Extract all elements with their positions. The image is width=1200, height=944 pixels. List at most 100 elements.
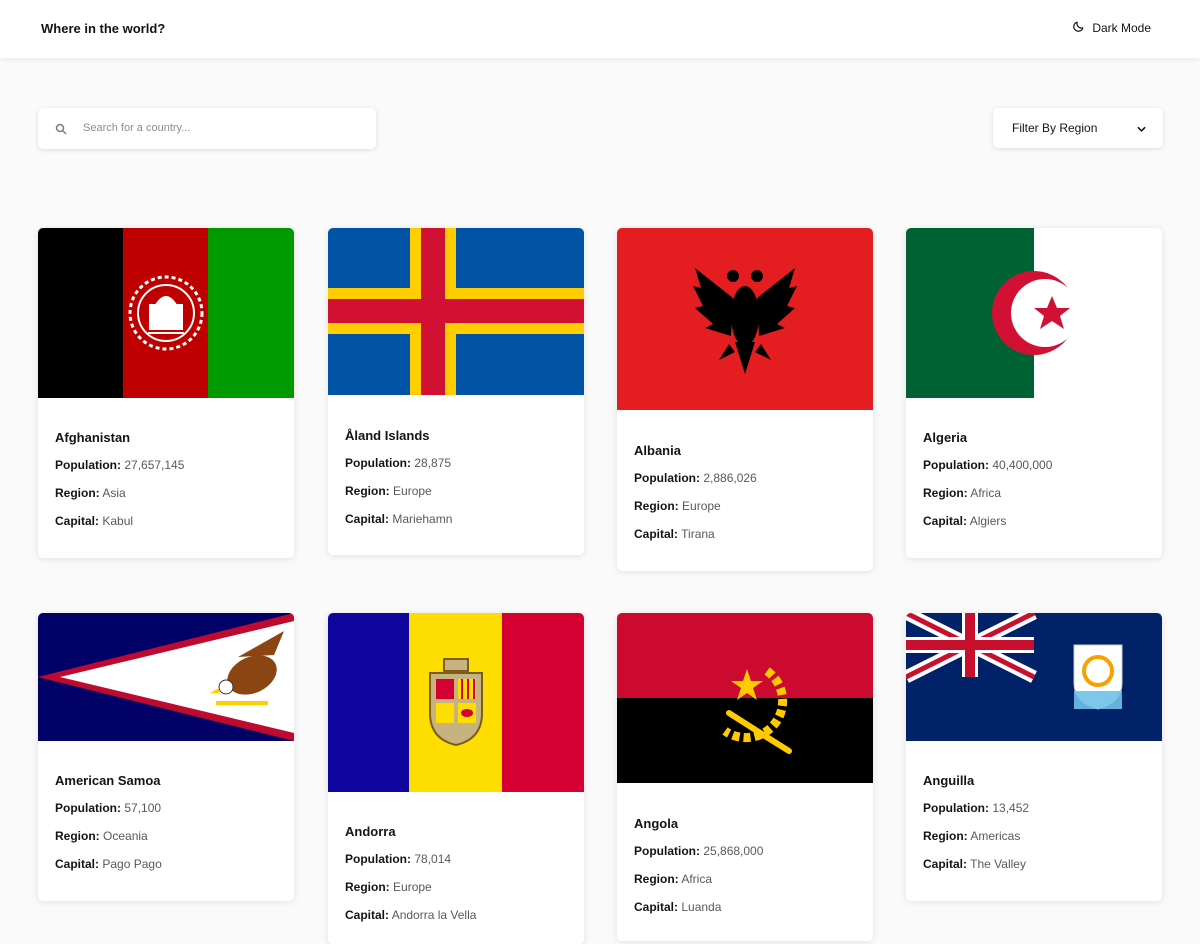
country-card[interactable]: Åland Islands Population: 28,875 Region:… xyxy=(328,228,584,555)
capital-row: Capital: The Valley xyxy=(923,857,1029,872)
chevron-down-icon xyxy=(1136,122,1147,133)
population-row: Population: 27,657,145 xyxy=(55,458,184,473)
country-card[interactable]: Albania Population: 2,886,026 Region: Eu… xyxy=(617,228,873,571)
region-key: Region: xyxy=(345,484,390,498)
capital-row: Capital: Pago Pago xyxy=(55,857,162,872)
region-filter-dropdown[interactable]: Filter By Region xyxy=(993,108,1163,148)
moon-icon xyxy=(1072,20,1085,36)
country-name: Åland Islands xyxy=(345,428,430,443)
country-card[interactable]: Andorra Population: 78,014 Region: Europ… xyxy=(328,613,584,944)
population-key: Population: xyxy=(923,801,989,815)
capital-value: Pago Pago xyxy=(102,857,162,871)
capital-value: Algiers xyxy=(969,514,1007,528)
algeria-flag xyxy=(906,228,1162,398)
capital-key: Capital: xyxy=(634,527,679,541)
capital-value: Mariehamn xyxy=(392,512,453,526)
population-row: Population: 28,875 xyxy=(345,456,452,471)
capital-key: Capital: xyxy=(345,908,390,922)
angola-flag xyxy=(617,613,873,783)
capital-value: Luanda xyxy=(681,900,722,914)
population-value: 2,886,026 xyxy=(703,471,757,485)
capital-row: Capital: Mariehamn xyxy=(345,512,452,527)
american-samoa-flag xyxy=(38,613,294,741)
capital-key: Capital: xyxy=(345,512,390,526)
region-key: Region: xyxy=(923,829,968,843)
region-key: Region: xyxy=(634,499,679,513)
search-icon xyxy=(55,122,67,135)
albania-flag xyxy=(617,228,873,410)
population-row: Population: 78,014 xyxy=(345,852,476,867)
capital-row: Capital: Andorra la Vella xyxy=(345,908,476,923)
aland-islands-flag xyxy=(328,228,584,395)
population-row: Population: 2,886,026 xyxy=(634,471,757,486)
population-value: 40,400,000 xyxy=(992,458,1053,472)
region-value: Americas xyxy=(970,829,1021,843)
region-key: Region: xyxy=(55,486,100,500)
anguilla-flag xyxy=(906,613,1162,741)
region-row: Region: Oceania xyxy=(55,829,162,844)
capital-value: Kabul xyxy=(102,514,134,528)
population-row: Population: 57,100 xyxy=(55,801,162,816)
region-value: Asia xyxy=(102,486,126,500)
population-value: 25,868,000 xyxy=(703,844,764,858)
country-name: Angola xyxy=(634,816,679,831)
country-card[interactable]: American Samoa Population: 57,100 Region… xyxy=(38,613,294,901)
afghanistan-flag xyxy=(38,228,294,398)
capital-key: Capital: xyxy=(634,900,679,914)
region-key: Region: xyxy=(634,872,679,886)
country-name: Algeria xyxy=(923,430,968,445)
population-value: 13,452 xyxy=(992,801,1030,815)
region-value: Oceania xyxy=(103,829,148,843)
region-row: Region: Americas xyxy=(923,829,1029,844)
capital-key: Capital: xyxy=(55,514,100,528)
region-row: Region: Europe xyxy=(345,484,452,499)
population-key: Population: xyxy=(634,844,700,858)
region-row: Region: Asia xyxy=(55,486,184,501)
region-row: Region: Africa xyxy=(634,872,763,887)
population-key: Population: xyxy=(55,801,121,815)
population-value: 27,657,145 xyxy=(124,458,185,472)
population-key: Population: xyxy=(923,458,989,472)
capital-row: Capital: Kabul xyxy=(55,514,184,529)
region-value: Europe xyxy=(682,499,721,513)
region-row: Region: Africa xyxy=(923,486,1052,501)
region-key: Region: xyxy=(923,486,968,500)
capital-key: Capital: xyxy=(923,514,968,528)
country-card[interactable]: Angola Population: 25,868,000 Region: Af… xyxy=(617,613,873,941)
dark-mode-toggle[interactable]: Dark Mode xyxy=(1072,20,1151,36)
region-key: Region: xyxy=(345,880,390,894)
country-card[interactable]: Algeria Population: 40,400,000 Region: A… xyxy=(906,228,1162,558)
capital-value: Tirana xyxy=(681,527,715,541)
region-value: Africa xyxy=(970,486,1002,500)
capital-key: Capital: xyxy=(55,857,100,871)
region-row: Region: Europe xyxy=(634,499,757,514)
region-value: Europe xyxy=(393,880,432,894)
search-input[interactable] xyxy=(83,118,363,138)
site-title: Where in the world? xyxy=(41,21,166,36)
population-key: Population: xyxy=(345,852,411,866)
country-name: American Samoa xyxy=(55,773,161,788)
country-card[interactable]: Anguilla Population: 13,452 Region: Amer… xyxy=(906,613,1162,901)
population-row: Population: 25,868,000 xyxy=(634,844,763,859)
capital-key: Capital: xyxy=(923,857,968,871)
population-value: 78,014 xyxy=(414,852,452,866)
region-row: Region: Europe xyxy=(345,880,476,895)
capital-row: Capital: Algiers xyxy=(923,514,1052,529)
population-value: 57,100 xyxy=(124,801,162,815)
population-key: Population: xyxy=(634,471,700,485)
capital-value: The Valley xyxy=(970,857,1026,871)
population-key: Population: xyxy=(55,458,121,472)
search-box xyxy=(38,108,376,149)
capital-row: Capital: Luanda xyxy=(634,900,763,915)
region-value: Africa xyxy=(681,872,713,886)
country-name: Anguilla xyxy=(923,773,975,788)
top-bar: Where in the world? Dark Mode xyxy=(0,0,1200,58)
andorra-flag xyxy=(328,613,584,792)
region-key: Region: xyxy=(55,829,100,843)
population-value: 28,875 xyxy=(414,456,452,470)
country-card[interactable]: Afghanistan Population: 27,657,145 Regio… xyxy=(38,228,294,558)
dark-mode-label: Dark Mode xyxy=(1092,21,1151,35)
population-row: Population: 40,400,000 xyxy=(923,458,1052,473)
population-key: Population: xyxy=(345,456,411,470)
country-name: Andorra xyxy=(345,824,396,839)
